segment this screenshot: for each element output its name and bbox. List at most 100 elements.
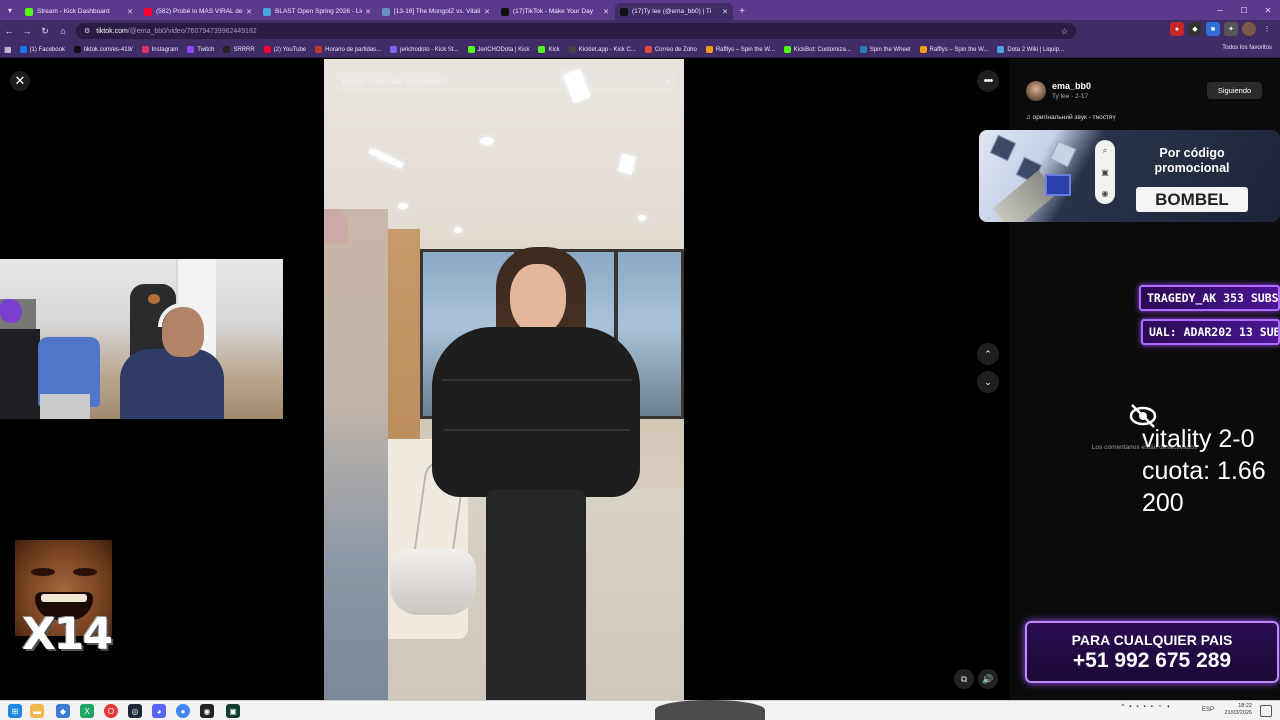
author-name[interactable]: ema_bb0 <box>1052 81 1091 91</box>
excel-icon[interactable]: X <box>80 704 94 718</box>
bookmark-label: Spin the Wheel <box>869 46 911 53</box>
pip-icon[interactable]: ⧉ <box>954 669 974 689</box>
speaker-icon[interactable]: ◖ <box>1166 704 1170 710</box>
bookmark-favicon-icon <box>467 46 475 53</box>
opera-icon[interactable]: O <box>104 704 118 718</box>
clock-date: 21/03/2026 <box>1224 710 1252 716</box>
author-avatar[interactable] <box>1026 81 1046 101</box>
bookmark-item[interactable]: tiktok.com/es-419/ <box>73 46 133 53</box>
maximize-icon[interactable]: ☐ <box>1232 0 1256 20</box>
bookmark-favicon-icon <box>644 46 652 53</box>
app-icon-2[interactable]: ▣ <box>226 704 240 718</box>
bookmark-star-icon[interactable]: ☆ <box>1061 27 1068 36</box>
bookmark-item[interactable]: jerichodoto - Kick St... <box>390 46 459 53</box>
extensions-puzzle-icon[interactable]: ✦ <box>1224 22 1238 36</box>
bookmark-item[interactable]: Rafflys – Spin the W... <box>705 46 775 53</box>
browser-tab[interactable]: [13-16] The MongolZ vs. Vitali ✕ <box>377 3 495 20</box>
bookmark-item[interactable]: Spin the Wheel <box>859 46 911 53</box>
related-search-placeholder: Buscar contenido relacionado <box>342 76 448 86</box>
obs-icon[interactable]: ◉ <box>200 704 214 718</box>
minimize-icon[interactable]: ─ <box>1208 0 1232 20</box>
steam-icon[interactable]: ◎ <box>128 704 142 718</box>
bookmark-item[interactable]: Horario de partidas... <box>315 46 381 53</box>
next-video-button[interactable]: ⌄ <box>977 371 999 393</box>
tray-app-icon[interactable]: ▪ <box>1143 704 1145 710</box>
bet-line-2: cuota: 1.66 <box>1142 457 1266 485</box>
volume-icon[interactable]: 🔊 <box>978 669 998 689</box>
start-menu-icon[interactable]: ⊞ <box>8 704 22 718</box>
bookmark-item[interactable]: Kicklet.app - Kick C... <box>568 46 636 53</box>
tiktok-video-page: ✕ Buscar contenido relacionado ⌕ ••• ⌃ ⌄… <box>0 59 1280 700</box>
close-window-icon[interactable]: ✕ <box>1256 0 1280 20</box>
reload-icon[interactable]: ↻ <box>36 22 54 40</box>
bookmark-label: (2) YouTube <box>273 46 307 53</box>
bookmark-item[interactable]: Dota 2 Wiki | Liquip... <box>997 46 1064 53</box>
tag-icon: ◉ <box>1101 189 1109 198</box>
bet-info: vitality 2-0 cuota: 1.66 200 <box>1142 423 1266 519</box>
bookmark-favicon-icon <box>783 46 791 53</box>
browser-tab[interactable]: (17)Ty lee (@ema_bb0) | Ti ✕ <box>615 3 733 20</box>
tray-app-icon[interactable]: ▪ <box>1129 704 1131 710</box>
bookmark-favicon-icon <box>223 46 231 53</box>
browser-tab[interactable]: Stream - Kick Dashboard ✕ <box>20 3 138 20</box>
browser-tab[interactable]: (582) Probé lo MÁS VIRAL de ✕ <box>139 3 257 20</box>
extension-diamond-icon[interactable]: ◆ <box>1188 22 1202 36</box>
address-bar[interactable]: ⚙ tiktok.com /@ema_bb0/video/76079473996… <box>76 23 1076 39</box>
discord-icon[interactable]: ◕ <box>152 704 166 718</box>
new-tab-button[interactable]: + <box>734 3 750 20</box>
tray-app-icon[interactable]: ▪ <box>1151 704 1153 710</box>
bookmark-item[interactable]: Twitch <box>187 46 214 53</box>
search-icon[interactable]: ⌕ <box>665 76 670 87</box>
sound-link[interactable]: ♫ оригінальний звук - ᴛɴᴏᴄᴛʀʏ͙ <box>1026 114 1116 121</box>
back-icon[interactable]: ← <box>0 22 18 40</box>
browser-menu-icon[interactable]: ⋮ <box>1260 22 1274 36</box>
bookmark-item[interactable]: JeriCHODota | Kick <box>467 46 529 53</box>
eye-off-icon <box>1129 404 1157 428</box>
extension-red-icon[interactable]: ● <box>1170 22 1184 36</box>
tab-close-icon[interactable]: ✕ <box>127 8 133 16</box>
profile-avatar[interactable] <box>1242 22 1256 36</box>
browser-tab[interactable]: (17)TikTok - Make Your Day ✕ <box>496 3 614 20</box>
tray-chevron-icon[interactable]: ^ <box>1121 704 1124 710</box>
following-button[interactable]: Siguiendo <box>1207 82 1262 99</box>
tab-search-icon[interactable]: ▾ <box>0 0 20 20</box>
related-search-input[interactable]: Buscar contenido relacionado ⌕ <box>334 70 678 92</box>
bookmark-item[interactable]: Kick <box>538 46 560 53</box>
tab-close-icon[interactable]: ✕ <box>246 8 252 16</box>
tab-title: [13-16] The MongolZ vs. Vitali <box>394 8 481 15</box>
tab-title: Stream - Kick Dashboard <box>37 8 110 15</box>
more-options-button[interactable]: ••• <box>977 70 999 92</box>
file-explorer-icon[interactable]: ▬ <box>30 704 44 718</box>
chrome-icon[interactable]: ● <box>176 704 190 718</box>
video-player[interactable]: Buscar contenido relacionado ⌕ <box>324 59 684 700</box>
bookmark-item[interactable]: KickBot: Customiza... <box>783 46 851 53</box>
language-indicator[interactable]: ESP <box>1202 707 1214 713</box>
tab-close-icon[interactable]: ✕ <box>722 8 728 16</box>
wifi-icon[interactable]: ◔ <box>1158 704 1162 710</box>
previous-video-button[interactable]: ⌃ <box>977 343 999 365</box>
bookmark-item[interactable]: Correo de Zoho <box>644 46 697 53</box>
forward-icon[interactable]: → <box>18 22 36 40</box>
bookmark-item[interactable]: Instagram <box>141 46 178 53</box>
extension-blue-icon[interactable]: ■ <box>1206 22 1220 36</box>
bookmark-item[interactable]: SRRRR <box>223 46 255 53</box>
bookmark-item[interactable]: Rafflys – Spin the W... <box>919 46 988 53</box>
browser-tab[interactable]: BLAST Open Spring 2026 - Liqu ✕ <box>258 3 376 20</box>
app-icon-1[interactable]: ◆ <box>56 704 70 718</box>
tray-app-icon[interactable]: ▪ <box>1136 704 1138 710</box>
bookmark-item[interactable]: (2) YouTube <box>263 46 307 53</box>
tab-close-icon[interactable]: ✕ <box>603 8 609 16</box>
hltv-icon <box>382 7 390 16</box>
notifications-icon[interactable] <box>1260 705 1272 717</box>
tab-close-icon[interactable]: ✕ <box>484 8 490 16</box>
bookmark-item[interactable]: (1) Facebook <box>19 46 65 53</box>
meme-multiplier: X14 <box>22 609 113 660</box>
site-info-icon[interactable]: ⚙ <box>84 27 90 35</box>
clock[interactable]: 18:22 21/03/2026 <box>1224 703 1252 717</box>
tab-close-icon[interactable]: ✕ <box>365 8 371 16</box>
all-bookmarks-link[interactable]: Todos los favoritos <box>1222 45 1272 51</box>
gift-icon <box>1045 174 1071 196</box>
close-video-button[interactable]: ✕ <box>10 71 30 91</box>
apps-grid-icon[interactable]: ▦ <box>4 45 12 54</box>
home-icon[interactable]: ⌂ <box>54 22 72 40</box>
